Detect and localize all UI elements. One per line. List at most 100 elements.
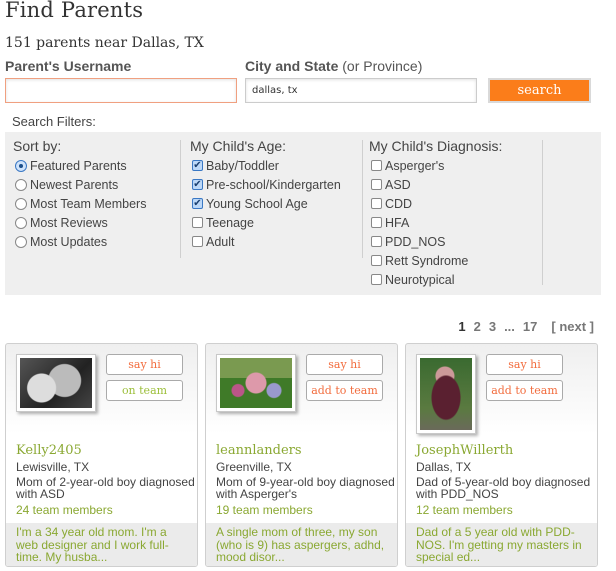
checkbox[interactable] xyxy=(371,198,382,209)
search-button[interactable]: search xyxy=(488,78,591,103)
page-title: Find Parents xyxy=(5,0,144,22)
sort-by-title: Sort by: xyxy=(13,138,62,154)
location: Dallas, TX xyxy=(416,460,472,474)
bio-excerpt[interactable]: A single mom of three, my son (who is 9)… xyxy=(206,523,397,566)
family-on-grass-photo xyxy=(220,358,292,408)
child-age-option[interactable]: Teenage xyxy=(190,213,341,232)
city-label-text: City and State xyxy=(245,58,339,74)
mother-and-toddler-bw-photo xyxy=(20,358,92,408)
child-age-option-label: Baby/Toddler xyxy=(206,158,279,173)
description: Dad of 5-year-old boy diagnosed with PDD… xyxy=(416,475,591,501)
sort-option-label: Most Reviews xyxy=(30,215,108,230)
page-link: 1 xyxy=(458,319,466,334)
team-members-link[interactable]: 24 team members xyxy=(16,503,113,517)
diagnosis-option[interactable]: Neurotypical xyxy=(369,270,502,289)
diagnosis-option[interactable]: Rett Syndrome xyxy=(369,251,502,270)
sort-option-label: Most Team Members xyxy=(30,196,147,211)
checkbox[interactable] xyxy=(371,274,382,285)
radio-button[interactable] xyxy=(15,197,27,210)
child-diagnosis-title: My Child's Diagnosis: xyxy=(369,138,503,154)
checkbox[interactable]: ✔ xyxy=(192,160,203,171)
child-age-option[interactable]: ✔ Pre-school/Kindergarten xyxy=(190,175,341,194)
child-age-group: My Child's Age: ✔ Baby/Toddler ✔ Pre-school… xyxy=(190,138,341,251)
page-link[interactable]: 3 xyxy=(489,319,496,334)
bio-excerpt[interactable]: I'm a 34 year old mom. I'm a web designe… xyxy=(6,523,197,566)
profile-photo[interactable] xyxy=(16,354,96,412)
say-hi-button[interactable]: say hi xyxy=(306,354,383,375)
child-age-option-label: Pre-school/Kindergarten xyxy=(206,177,341,192)
on-team-button[interactable]: on team xyxy=(106,380,183,401)
diagnosis-option-label: Rett Syndrome xyxy=(385,253,469,268)
profile-photo[interactable] xyxy=(416,354,476,434)
checkbox[interactable] xyxy=(371,179,382,190)
pagination-ellipsis: ... xyxy=(504,319,515,334)
child-age-option[interactable]: ✔ Young School Age xyxy=(190,194,341,213)
location: Lewisville, TX xyxy=(16,460,90,474)
team-members-link[interactable]: 19 team members xyxy=(216,503,313,517)
bio-excerpt[interactable]: Dad of a 5 year old with PDD-NOS. I'm ge… xyxy=(406,523,597,566)
checkbox[interactable] xyxy=(371,236,382,247)
diagnosis-option[interactable]: HFA xyxy=(369,213,502,232)
results-count: 151 parents near Dallas, TX xyxy=(5,35,204,51)
say-hi-button[interactable]: say hi xyxy=(106,354,183,375)
radio-button[interactable] xyxy=(15,178,27,191)
checkbox[interactable]: ✔ xyxy=(192,179,203,190)
child-age-option[interactable]: ✔ Baby/Toddler xyxy=(190,156,341,175)
sort-option-label: Most Updates xyxy=(30,234,108,249)
diagnosis-option[interactable]: CDD xyxy=(369,194,502,213)
radio-button[interactable] xyxy=(15,216,27,229)
username-label: Parent's Username xyxy=(5,58,132,74)
sort-option[interactable]: Most Reviews xyxy=(13,213,146,232)
diagnosis-option-label: HFA xyxy=(385,215,410,230)
team-members-link[interactable]: 12 team members xyxy=(416,503,513,517)
checkbox[interactable]: ✔ xyxy=(192,198,203,209)
parent-card: say hi add to team leannlanders Greenville,… xyxy=(205,343,398,567)
sort-option[interactable]: Most Updates xyxy=(13,232,146,251)
add-to-team-button[interactable]: add to team xyxy=(486,380,563,401)
sort-option[interactable]: Most Team Members xyxy=(13,194,146,213)
sort-option[interactable]: Newest Parents xyxy=(13,175,146,194)
column-divider xyxy=(542,140,543,285)
description: Mom of 9-year-old boy diagnosed with Asp… xyxy=(216,475,395,501)
add-to-team-button[interactable]: add to team xyxy=(306,380,383,401)
radio-button[interactable] xyxy=(15,235,27,248)
username-input[interactable] xyxy=(5,78,237,103)
checkbox[interactable] xyxy=(371,255,382,266)
page-link[interactable]: 2 xyxy=(474,319,481,334)
radio-button[interactable] xyxy=(15,159,27,172)
child-age-option-label: Young School Age xyxy=(206,196,308,211)
username-link[interactable]: leannlanders xyxy=(216,443,302,458)
child-age-option[interactable]: Adult xyxy=(190,232,341,251)
pagination: 1 2 3... 17 [ next ] xyxy=(458,319,594,334)
sort-option-label: Featured Parents xyxy=(30,158,127,173)
column-divider xyxy=(180,140,181,258)
child-age-option-label: Adult xyxy=(206,234,235,249)
city-label-hint: (or Province) xyxy=(342,58,423,74)
diagnosis-option-label: ASD xyxy=(385,177,411,192)
checkbox[interactable] xyxy=(192,217,203,228)
checkbox[interactable] xyxy=(371,217,382,228)
diagnosis-option[interactable]: PDD_NOS xyxy=(369,232,502,251)
checkbox[interactable] xyxy=(192,236,203,247)
description: Mom of 2-year-old boy diagnosed with ASD xyxy=(16,475,195,501)
page-link[interactable]: 17 xyxy=(523,319,537,334)
child-age-title: My Child's Age: xyxy=(190,138,287,154)
username-link[interactable]: JosephWillerth xyxy=(416,443,513,458)
sort-option-label: Newest Parents xyxy=(30,177,119,192)
diagnosis-option[interactable]: Asperger's xyxy=(369,156,502,175)
say-hi-button[interactable]: say hi xyxy=(486,354,563,375)
next-page-link[interactable]: [ next ] xyxy=(551,319,594,334)
city-state-input[interactable] xyxy=(245,78,477,103)
boy-in-jersey-photo xyxy=(420,358,472,430)
checkbox[interactable] xyxy=(371,160,382,171)
child-age-option-label: Teenage xyxy=(206,215,254,230)
diagnosis-option-label: PDD_NOS xyxy=(385,234,446,249)
diagnosis-option-label: CDD xyxy=(385,196,413,211)
column-divider xyxy=(362,140,363,258)
username-link[interactable]: Kelly2405 xyxy=(16,443,82,458)
location: Greenville, TX xyxy=(216,460,292,474)
diagnosis-option[interactable]: ASD xyxy=(369,175,502,194)
parent-card: say hi on team Kelly2405 Lewisville, TX Mom … xyxy=(5,343,198,567)
sort-option[interactable]: Featured Parents xyxy=(13,156,146,175)
profile-photo[interactable] xyxy=(216,354,296,412)
